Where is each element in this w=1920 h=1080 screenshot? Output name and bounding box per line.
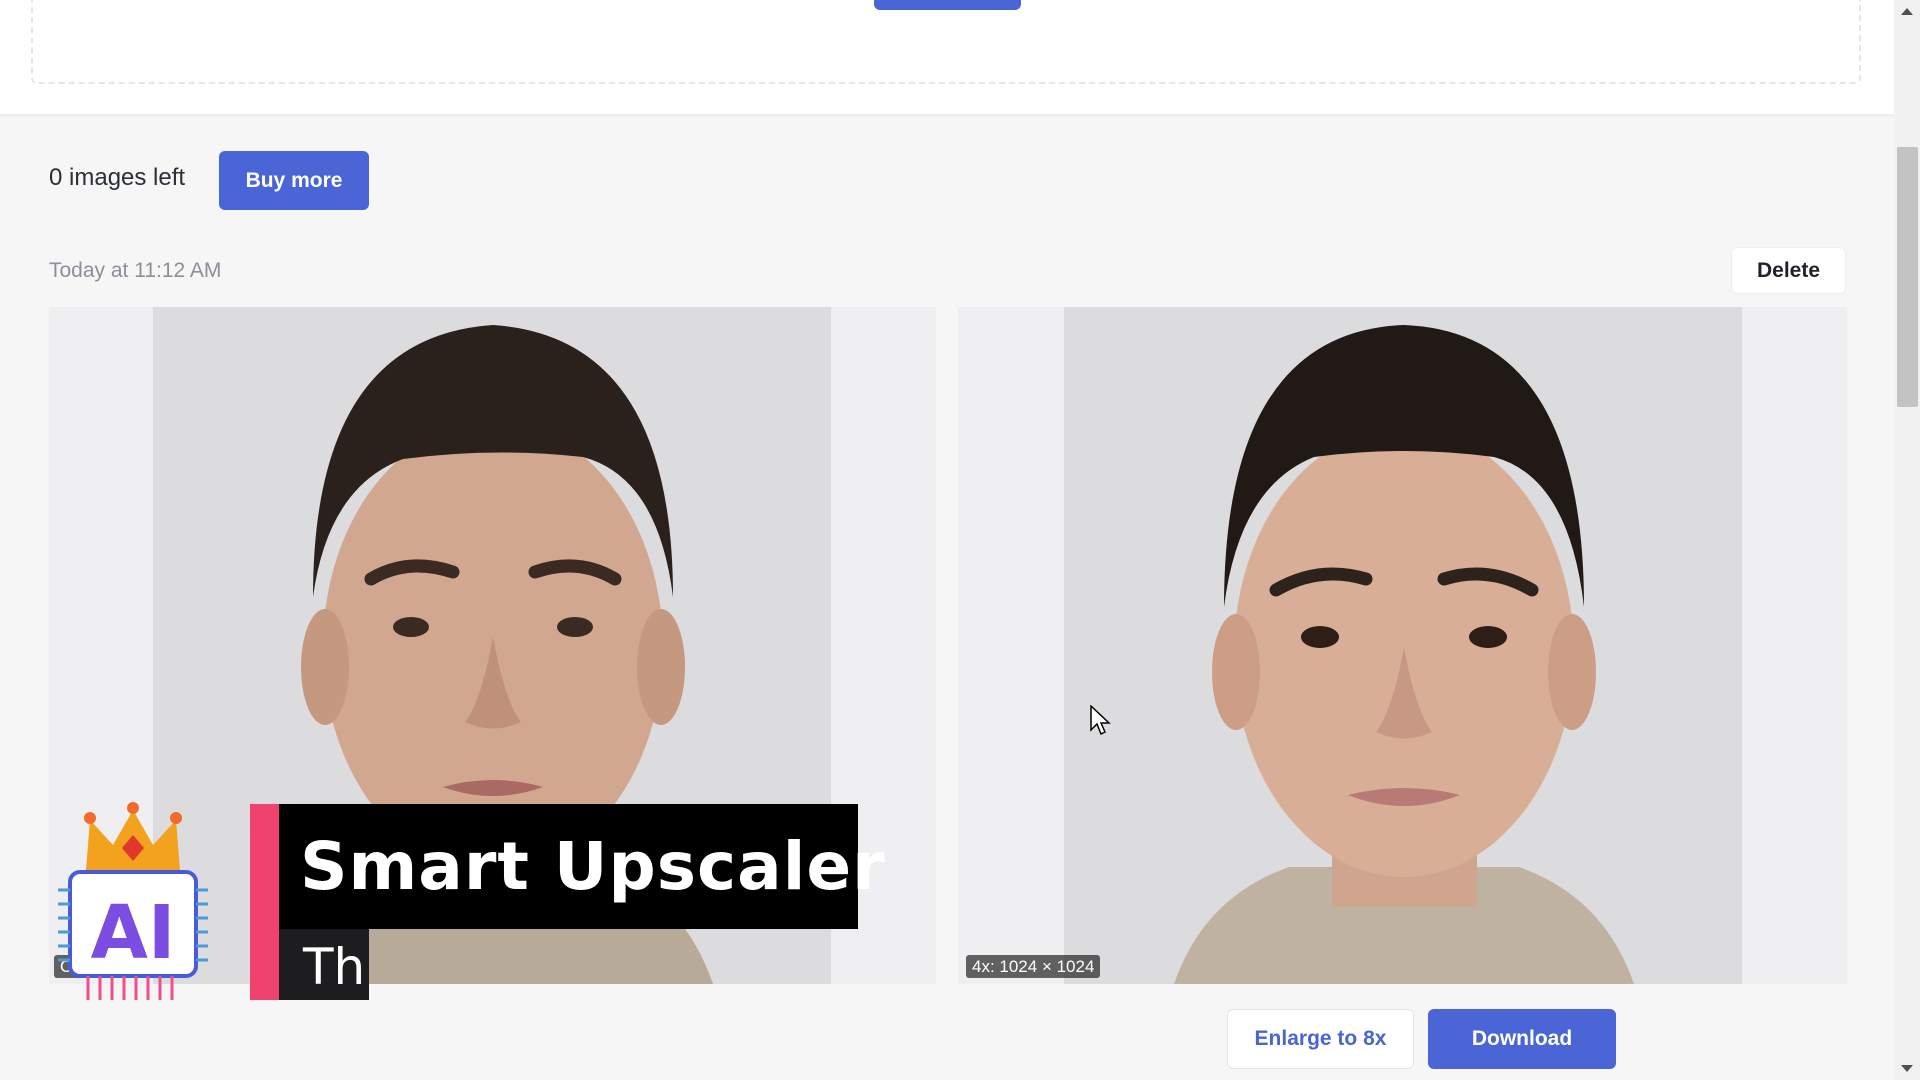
scroll-up-icon[interactable] [1901,8,1913,15]
sub-banner: Th [279,929,369,1000]
buy-more-button[interactable]: Buy more [219,151,369,210]
download-button[interactable]: Download [1428,1009,1616,1069]
delete-button[interactable]: Delete [1731,247,1846,294]
svg-text:AI: AI [91,890,176,976]
upload-button[interactable] [874,0,1021,10]
job-timestamp: Today at 11:12 AM [49,259,222,282]
cursor-icon [1090,705,1111,736]
upload-dropzone[interactable] [31,0,1861,84]
sub-banner-text: Th [303,938,366,996]
upscaled-photo [1064,307,1742,984]
crown-icon [84,802,182,870]
enlarge-8x-button[interactable]: Enlarge to 8x [1227,1009,1414,1069]
banner-title: Smart Upscaler [300,828,886,905]
scroll-thumb[interactable] [1897,147,1918,407]
ai-crown-logo: AI [58,800,208,1006]
images-left-text: 0 images left [49,164,186,191]
upscaled-size-badge: 4x: 1024 × 1024 [966,955,1101,978]
scroll-down-icon[interactable] [1901,1065,1913,1072]
banner-accent [250,804,279,1000]
upscaled-image-panel: 4x: 1024 × 1024 [958,307,1847,984]
upload-panel [0,0,1894,114]
page-scrollbar[interactable] [1894,0,1920,1080]
